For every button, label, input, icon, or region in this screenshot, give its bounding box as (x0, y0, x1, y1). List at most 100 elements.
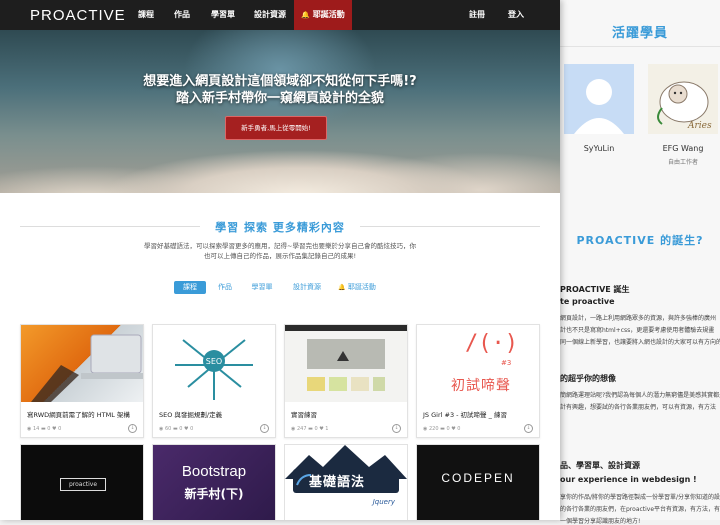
comments-count: 0 (47, 426, 51, 432)
views-count: 14 (32, 426, 40, 432)
birth-heading: PROACTIVE 誕生 (560, 285, 630, 294)
member-card[interactable]: Aries EFG Wang 自由工作者 (646, 64, 720, 166)
tab-courses[interactable]: 課程 (174, 281, 206, 294)
imagine-text: 簡網路運理站呢?我們認為每個人的潛力無窮儘是美感其實都是 (560, 392, 720, 399)
nav-works[interactable]: 作品 (168, 0, 196, 30)
webpage-mockup-icon (285, 325, 407, 391)
tab-christmas-event[interactable]: 🔔 耶誕活動 (334, 281, 380, 294)
likes-count: 0 (58, 426, 62, 432)
sheep-avatar-icon: Aries (648, 64, 718, 134)
bootstrap-title: Bootstrap (181, 463, 247, 480)
codepen-logo: CODEPEN (441, 471, 515, 485)
birth-title: PROACTIVE 的誕生? (576, 234, 704, 247)
heart-icon: ♥ (184, 426, 189, 432)
avatar: Aries (648, 64, 718, 134)
tab-works[interactable]: 作品 (213, 281, 237, 294)
category-tabs: 課程 作品 學習單 設計資源 🔔 耶誕活動 (0, 281, 560, 295)
member-job: 自由工作者 (667, 159, 698, 166)
course-card[interactable]: 實習練習 ◉ 247 ▬ 0 ♥ 1 ↓ (284, 324, 408, 438)
svg-text:Aries: Aries (687, 121, 712, 131)
views-count: 247 (296, 426, 307, 432)
jquery-main-label: 基礎語法 (309, 475, 366, 490)
site-logo[interactable]: PROACTIVE (30, 7, 126, 24)
course-card[interactable]: SEO SEO 與發掘規劃/定義 ◉ 60 ▬ 0 ♥ 0 ↓ (152, 324, 276, 438)
divider (360, 226, 540, 227)
birth-text: 同一個線上新學習，也讓要將入網也設計的大家可以有方向的學習 (560, 339, 720, 346)
member-name: EFG Wang (662, 144, 704, 153)
card-title: 寫RWD網頁前需了解的 HTML 架構 (27, 411, 130, 419)
eye-icon: ◉ (291, 426, 296, 432)
comment-icon: ▬ (172, 426, 178, 432)
card-thumbnail (285, 325, 407, 402)
nav-worksheets[interactable]: 學習單 (205, 0, 241, 30)
jquery-sub-label: Jquery (372, 498, 395, 506)
seo-mindmap-icon: SEO (175, 339, 253, 400)
comments-count: 0 (314, 426, 318, 432)
js-glyph: /(·) (465, 331, 518, 356)
birth-text: 網頁設計，一路上利用網路眾多的資源，與許多強棒的廣州 (560, 315, 717, 322)
heart-icon: ♥ (451, 426, 456, 432)
course-card[interactable]: CODEPEN (416, 444, 540, 520)
tab-worksheets[interactable]: 學習單 (246, 281, 278, 294)
comment-icon: ▬ (440, 426, 445, 432)
hero-banner: 想要進入網頁設計這個領域卻不知從何下手嗎!? 踏入新手村帶你一窺網頁設計的全貌 … (0, 30, 560, 193)
arrow-down-icon[interactable]: ↓ (392, 424, 401, 433)
nav-login[interactable]: 登入 (505, 0, 527, 30)
side-panel: 活躍學員 SyYuLin Aries EFG Wang 自由工作者 PROACT… (560, 0, 720, 525)
avatar (564, 64, 634, 134)
resources-text: 享你的作品/將你的學習路徑製成一份學習單/分享你知道的設 (560, 494, 720, 501)
course-card[interactable]: proactive (20, 444, 144, 520)
comments-count: 0 (179, 426, 183, 432)
imagine-text: 計有興趣，想要試的各行各業朋友們，可以有資源，有方法 (560, 404, 717, 411)
arrow-down-icon[interactable]: ↓ (524, 424, 533, 433)
course-card[interactable]: Bootstrap 新手村(下) (152, 444, 276, 520)
birth-text: 計也不只是寫寫html+css，更還要考慮使用者體驗去規畫 (560, 327, 715, 334)
nav-courses[interactable]: 課程 (132, 0, 160, 30)
nav-christmas-event[interactable]: 🔔 耶誕活動 (294, 0, 352, 30)
nav-register[interactable]: 註冊 (466, 0, 488, 30)
card-title: 實習練習 (291, 411, 317, 419)
resources-heading: 品、學習單、設計資源 (560, 461, 640, 470)
heart-icon: ♥ (319, 426, 324, 432)
proactive-tag: proactive (60, 478, 106, 491)
content-section: 學習 探索 更多精彩內容 學習好基礎語法，可以探索學習更多的應用，記得~學習完也… (0, 193, 560, 520)
card-title: SEO 與發掘規劃/定義 (159, 411, 223, 419)
card-title: JS Girl #3 - 初試啼聲 _ 練習 (423, 411, 507, 419)
likes-count: 0 (190, 426, 194, 432)
main-page: PROACTIVE 課程 作品 學習單 設計資源 🔔 耶誕活動 註冊 登入 想要… (0, 0, 560, 520)
imagine-heading: 的超乎你的想像 (560, 374, 616, 383)
top-navbar: PROACTIVE 課程 作品 學習單 設計資源 🔔 耶誕活動 註冊 登入 (0, 0, 560, 30)
course-card[interactable]: 寫RWD網頁前需了解的 HTML 架構 ◉ 14 ▬ 0 ♥ 0 ↓ (20, 324, 144, 438)
tab-christmas-label: 耶誕活動 (347, 283, 376, 291)
comment-icon: ▬ (40, 426, 46, 432)
section-intro: 也可以上傳自己的作品，展示作品集記錄自己的成果! (203, 252, 357, 260)
resources-subheading: our experience in webdesign ! (560, 475, 697, 484)
course-card[interactable]: /(·) #3 初試啼聲 JS Girl #3 - 初試啼聲 _ 練習 ◉ 22… (416, 324, 540, 438)
eye-icon: ◉ (27, 426, 32, 432)
member-card[interactable]: SyYuLin (562, 64, 636, 157)
comments-count: 0 (446, 426, 450, 432)
card-stats: ◉ 247 ▬ 0 ♥ 1 (291, 426, 328, 432)
hero-subheadline: 踏入新手村帶你一窺網頁設計的全貌 (175, 91, 384, 106)
section-intro: 學習好基礎語法，可以探索學習更多的應用，記得~學習完也要樂於分享自己會的酷炫技巧… (144, 242, 416, 250)
birth-subheading: te proactive (560, 297, 615, 306)
resources-text: 的各行各業的朋友們，在proactive平台有資源，有方法，有 (560, 506, 720, 513)
bell-icon: 🔔 (301, 11, 310, 19)
tab-design-resources[interactable]: 設計資源 (288, 281, 326, 294)
resources-text: 一個學習分享認識朋友的地方! (560, 518, 641, 525)
heart-icon: ♥ (52, 426, 57, 432)
nav-design-resources[interactable]: 設計資源 (250, 0, 290, 30)
start-button[interactable]: 新手勇者,馬上從零開始! (225, 116, 327, 140)
section-title: 學習 探索 更多精彩內容 (215, 221, 345, 234)
divider (560, 46, 720, 47)
card-thumbnail: /(·) #3 初試啼聲 (417, 325, 539, 402)
active-members-title: 活躍學員 (611, 26, 668, 41)
arrow-down-icon[interactable]: ↓ (128, 424, 137, 433)
course-card[interactable]: 基礎語法 Jquery (284, 444, 408, 520)
bell-icon: 🔔 (338, 284, 346, 291)
card-thumbnail (21, 325, 143, 402)
card-thumbnail: SEO (153, 325, 275, 402)
card-stats: ◉ 60 ▬ 0 ♥ 0 (159, 426, 193, 432)
arrow-down-icon[interactable]: ↓ (260, 424, 269, 433)
bootstrap-subtitle: 新手村(下) (184, 487, 244, 501)
